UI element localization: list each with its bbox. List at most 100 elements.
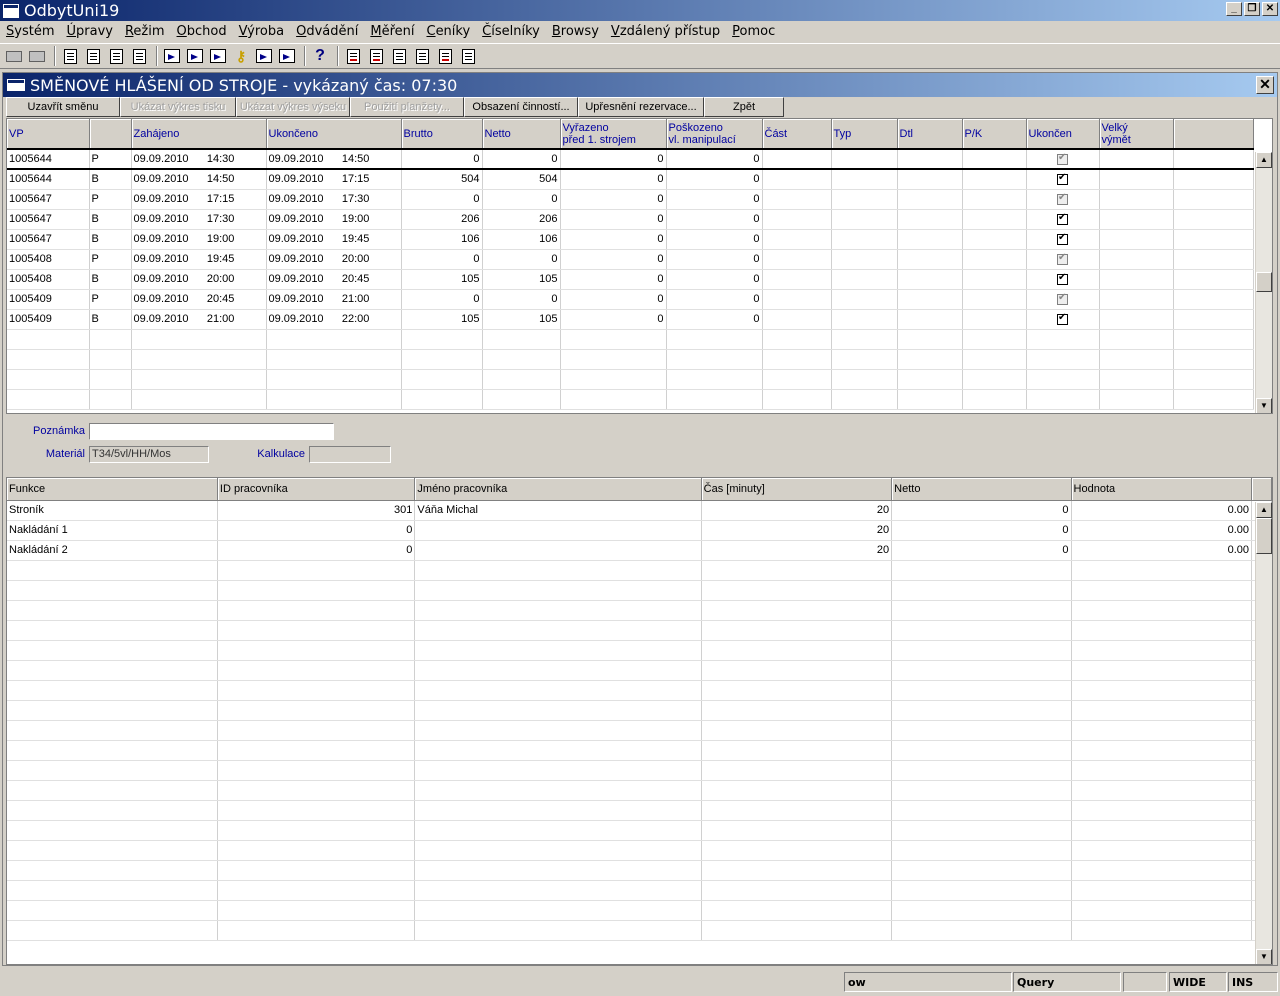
- cell-empty[interactable]: [1099, 269, 1174, 290]
- cell-brutto[interactable]: 0: [401, 189, 483, 210]
- done-checkbox[interactable]: [1057, 172, 1068, 185]
- cell-vyr[interactable]: 0: [560, 269, 667, 290]
- cell-name[interactable]: [414, 520, 702, 541]
- cell-t[interactable]: B: [89, 169, 132, 190]
- action-button[interactable]: Ukázat výkres výseku: [236, 97, 350, 117]
- cell-done[interactable]: [1026, 309, 1100, 330]
- cell-empty[interactable]: [962, 309, 1027, 330]
- column-header[interactable]: Hodnota: [1071, 478, 1253, 501]
- action-button[interactable]: Zpět: [704, 97, 784, 117]
- navigate-next-icon[interactable]: [208, 46, 228, 66]
- cell-brutto[interactable]: 206: [401, 209, 483, 230]
- cell-time[interactable]: 20: [701, 540, 893, 561]
- cell-done[interactable]: [1026, 209, 1100, 230]
- cell-netto[interactable]: 0: [891, 500, 1072, 521]
- cell-netto[interactable]: 0: [891, 540, 1072, 561]
- cell-t[interactable]: P: [89, 148, 132, 170]
- cell-done[interactable]: [1026, 229, 1100, 250]
- cell-posk[interactable]: 0: [666, 169, 763, 190]
- cell-id[interactable]: 0: [217, 520, 416, 541]
- table-row[interactable]: 1005647 B 09.09.2010 19:00 09.09.2010 19:45…: [7, 229, 1254, 250]
- table-row[interactable]: 1005408 B 09.09.2010 20:00 09.09.2010 20:45…: [7, 269, 1254, 290]
- cell-empty[interactable]: [1173, 249, 1254, 270]
- cell-vp[interactable]: 1005408: [7, 269, 90, 290]
- column-header[interactable]: Vyřazeno před 1. strojem: [560, 119, 667, 150]
- column-header[interactable]: [89, 119, 132, 150]
- edit-document-icon[interactable]: [83, 46, 103, 66]
- cell-vp[interactable]: 1005644: [7, 148, 90, 170]
- cell-start[interactable]: 09.09.2010 17:30: [131, 209, 267, 230]
- child-close-button[interactable]: ✕: [1256, 76, 1274, 94]
- cell-empty[interactable]: [1173, 148, 1254, 170]
- cell-start[interactable]: 09.09.2010 20:00: [131, 269, 267, 290]
- list-document-icon[interactable]: [106, 46, 126, 66]
- cell-empty[interactable]: [831, 169, 898, 190]
- cell-t[interactable]: B: [89, 209, 132, 230]
- menu-item[interactable]: Pomoc: [726, 24, 781, 39]
- cell-vyr[interactable]: 0: [560, 309, 667, 330]
- table-row[interactable]: 1005647 B 09.09.2010 17:30 09.09.2010 19:00…: [7, 209, 1254, 230]
- cell-netto[interactable]: 0: [482, 249, 561, 270]
- cell-start[interactable]: 09.09.2010 19:00: [131, 229, 267, 250]
- column-header[interactable]: Netto: [891, 478, 1072, 501]
- cell-start[interactable]: 09.09.2010 14:50: [131, 169, 267, 190]
- cell-end[interactable]: 09.09.2010 21:00: [266, 289, 402, 310]
- cell-empty[interactable]: [897, 269, 963, 290]
- cell-empty[interactable]: [831, 229, 898, 250]
- cell-empty[interactable]: [762, 249, 832, 270]
- cell-done[interactable]: [1026, 148, 1100, 170]
- cell-empty[interactable]: [962, 249, 1027, 270]
- scroll-down-icon[interactable]: ▼: [1256, 398, 1272, 413]
- cell-done[interactable]: [1026, 269, 1100, 290]
- cell-vp[interactable]: 1005409: [7, 289, 90, 310]
- action-button[interactable]: Použití planžety...: [350, 97, 464, 117]
- cell-empty[interactable]: [1173, 229, 1254, 250]
- done-checkbox[interactable]: [1057, 212, 1068, 225]
- minimize-button[interactable]: _: [1226, 2, 1242, 16]
- cell-empty[interactable]: [962, 289, 1027, 310]
- cell-empty[interactable]: [962, 209, 1027, 230]
- report-4-icon[interactable]: [412, 46, 432, 66]
- done-checkbox[interactable]: [1057, 292, 1068, 305]
- table-row[interactable]: 1005409 B 09.09.2010 21:00 09.09.2010 22:00…: [7, 309, 1254, 330]
- done-checkbox[interactable]: [1057, 252, 1068, 265]
- cell-fn[interactable]: Nakládání 1: [7, 520, 218, 541]
- cell-vyr[interactable]: 0: [560, 169, 667, 190]
- cell-fn[interactable]: Stroník: [7, 500, 218, 521]
- cell-end[interactable]: 09.09.2010 19:45: [266, 229, 402, 250]
- cell-empty[interactable]: [1173, 189, 1254, 210]
- cell-empty[interactable]: [1099, 249, 1174, 270]
- cell-empty[interactable]: [1099, 309, 1174, 330]
- grid2-scrollbar[interactable]: ▲ ▼: [1255, 502, 1272, 964]
- cell-end[interactable]: 09.09.2010 20:00: [266, 249, 402, 270]
- cell-vyr[interactable]: 0: [560, 189, 667, 210]
- scroll-thumb[interactable]: [1256, 272, 1272, 292]
- cell-brutto[interactable]: 0: [401, 148, 483, 170]
- column-header[interactable]: Ukončeno: [266, 119, 402, 150]
- report-2-icon[interactable]: [366, 46, 386, 66]
- cell-netto[interactable]: 0: [482, 189, 561, 210]
- cell-done[interactable]: [1026, 249, 1100, 270]
- cell-start[interactable]: 09.09.2010 17:15: [131, 189, 267, 210]
- key-icon[interactable]: ⚷: [231, 46, 251, 66]
- column-header[interactable]: Ukončen: [1026, 119, 1100, 150]
- cell-start[interactable]: 09.09.2010 20:45: [131, 289, 267, 310]
- cell-t[interactable]: B: [89, 309, 132, 330]
- cell-t[interactable]: B: [89, 269, 132, 290]
- cell-done[interactable]: [1026, 289, 1100, 310]
- cell-empty[interactable]: [1173, 309, 1254, 330]
- cell-posk[interactable]: 0: [666, 148, 763, 170]
- cell-vp[interactable]: 1005644: [7, 169, 90, 190]
- cell-empty[interactable]: [831, 289, 898, 310]
- cell-empty[interactable]: [762, 229, 832, 250]
- menu-item[interactable]: Úpravy: [61, 24, 119, 39]
- cell-netto[interactable]: 106: [482, 229, 561, 250]
- table-row[interactable]: 1005647 P 09.09.2010 17:15 09.09.2010 17:30…: [7, 189, 1254, 210]
- cell-empty[interactable]: [831, 148, 898, 170]
- action-button[interactable]: Uzavřít směnu: [6, 97, 120, 117]
- cell-empty[interactable]: [762, 209, 832, 230]
- cell-empty[interactable]: [962, 189, 1027, 210]
- cell-name[interactable]: Váňa Michal: [414, 500, 702, 521]
- sort-icon[interactable]: [254, 46, 274, 66]
- cell-netto[interactable]: 0: [482, 289, 561, 310]
